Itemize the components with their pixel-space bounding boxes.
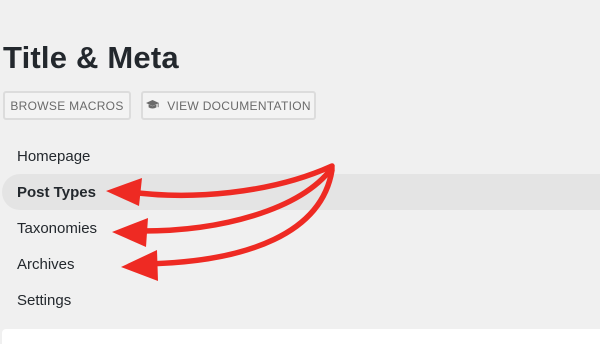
page: Title & Meta BROWSE MACROS VIEW DOCUMENT…	[0, 0, 600, 344]
menu-item-label: Settings	[17, 291, 72, 309]
menu-item-label: Homepage	[17, 147, 91, 165]
settings-menu: Homepage Post Types Taxonomies Archives …	[0, 138, 600, 318]
view-documentation-button[interactable]: VIEW DOCUMENTATION	[141, 91, 316, 120]
menu-item-label: Taxonomies	[17, 219, 98, 237]
content-panel	[2, 329, 600, 344]
menu-item-label: Post Types	[17, 183, 96, 201]
graduation-cap-icon	[146, 100, 160, 111]
menu-item-homepage[interactable]: Homepage	[0, 138, 600, 174]
menu-item-taxonomies[interactable]: Taxonomies	[0, 210, 600, 246]
page-title: Title & Meta	[3, 40, 179, 75]
menu-item-post-types[interactable]: Post Types	[2, 174, 600, 210]
browse-macros-button[interactable]: BROWSE MACROS	[3, 91, 131, 120]
browse-macros-label: BROWSE MACROS	[10, 98, 124, 113]
menu-item-settings[interactable]: Settings	[0, 282, 600, 318]
menu-item-label: Archives	[17, 255, 75, 273]
menu-item-archives[interactable]: Archives	[0, 246, 600, 282]
view-documentation-label: VIEW DOCUMENTATION	[167, 98, 311, 113]
